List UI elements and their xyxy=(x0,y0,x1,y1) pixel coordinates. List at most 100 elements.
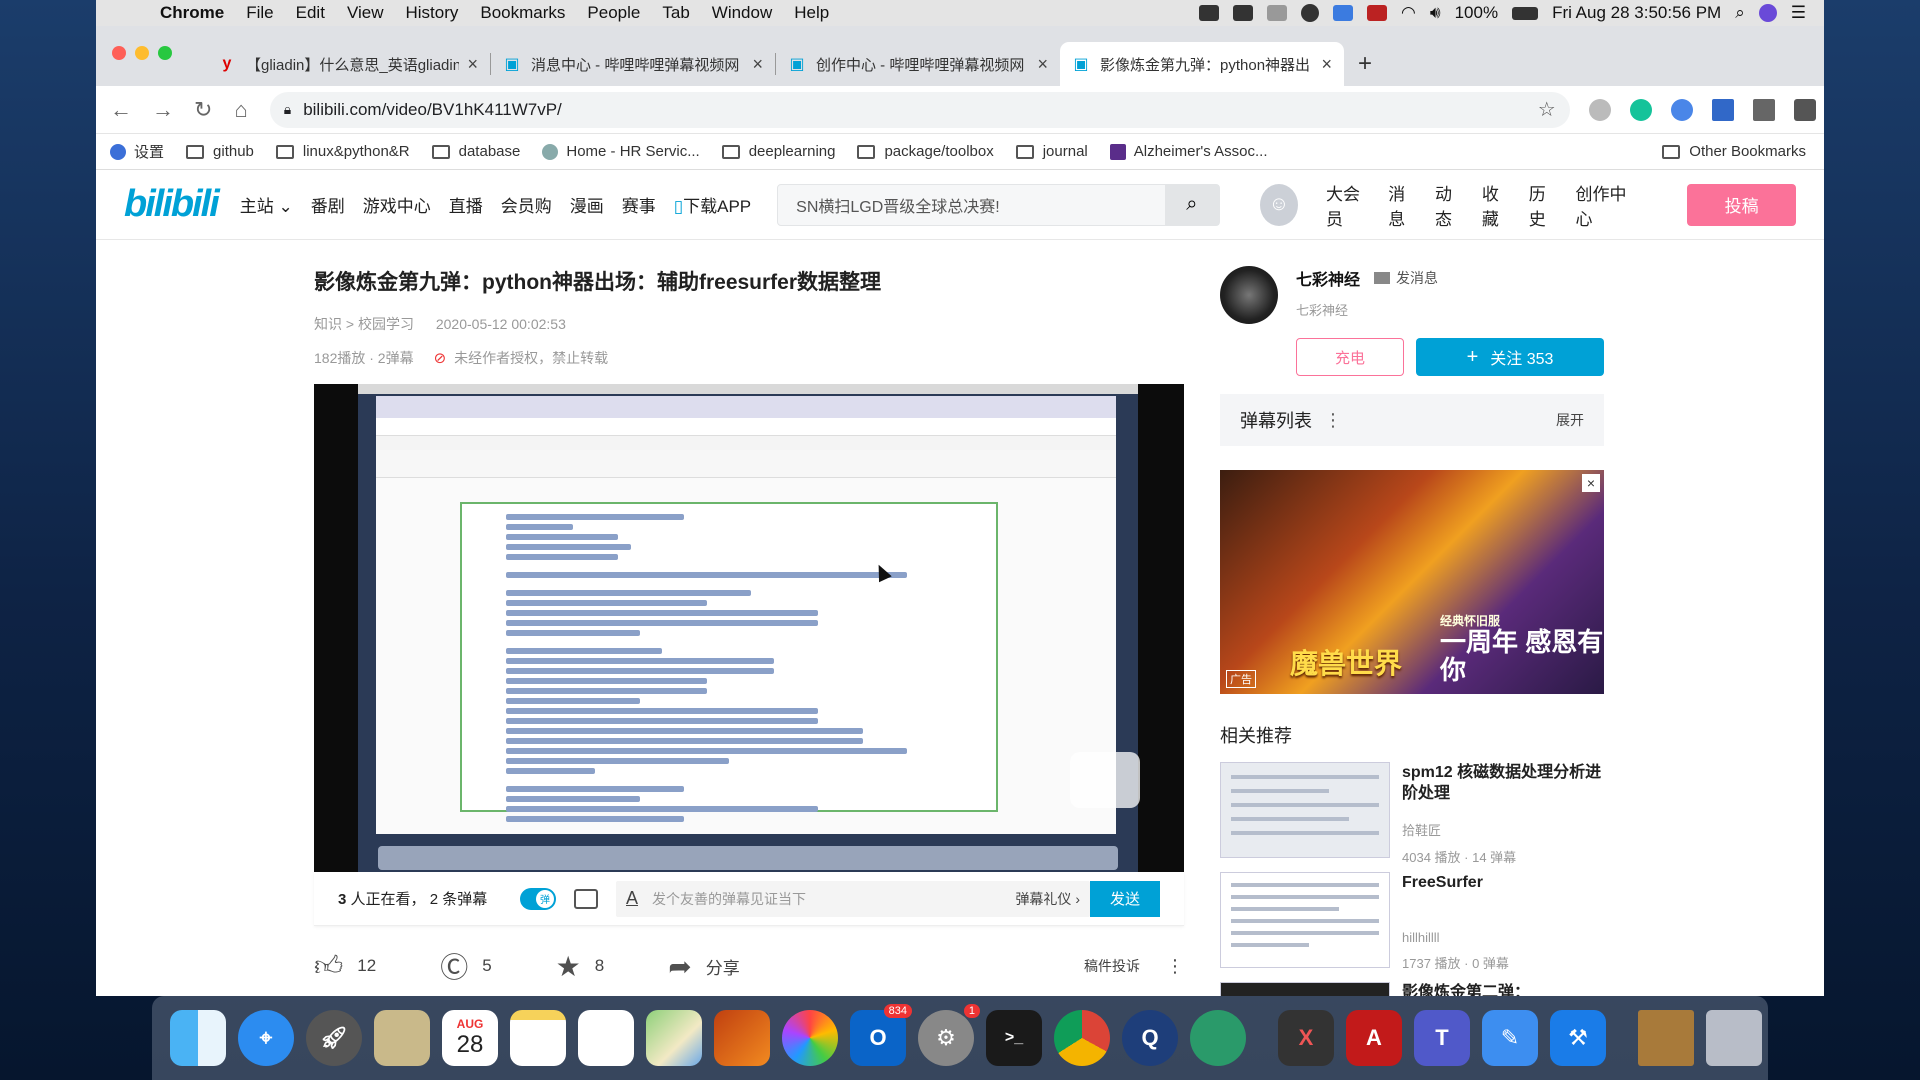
wifi-icon[interactable]: ◠ xyxy=(1401,3,1416,23)
nav-manga[interactable]: 漫画 xyxy=(570,192,604,217)
url-text[interactable]: bilibili.com/video/BV1hK411W7vP/ xyxy=(303,100,562,120)
home-icon[interactable]: ⌂ xyxy=(234,97,247,123)
recommend-uploader[interactable]: hillhillll xyxy=(1402,930,1604,945)
menu-window[interactable]: Window xyxy=(712,3,772,23)
danmaku-list-header[interactable]: 弹幕列表 ⋮ 展开 xyxy=(1220,394,1604,446)
video-category[interactable]: 知识 > 校园学习 xyxy=(314,316,414,332)
nav-shop[interactable]: 会员购 xyxy=(501,192,552,217)
bookmark-folder-journal[interactable]: journal xyxy=(1015,143,1088,160)
search-input[interactable]: SN横扫LGD晋级全球总决赛! xyxy=(778,193,1165,217)
finder-icon[interactable] xyxy=(170,1010,226,1066)
danmaku-settings-icon[interactable] xyxy=(574,888,598,909)
bookmark-folder-linux[interactable]: linux&python&R xyxy=(275,143,410,160)
quicktime-icon[interactable]: Q xyxy=(1122,1010,1178,1066)
bookmark-folder-deeplearning[interactable]: deeplearning xyxy=(721,143,835,160)
more-vertical-icon[interactable]: ⋮ xyxy=(1166,956,1184,977)
recommend-item[interactable]: 影像炼金第二弹：freesurfer结构像批处理（第一步... xyxy=(1220,982,1604,996)
notes-icon[interactable] xyxy=(510,1010,566,1066)
report-link[interactable]: 稿件投诉 xyxy=(1084,956,1140,976)
extension-off-icon[interactable] xyxy=(1670,98,1693,121)
nav-esports[interactable]: 赛事 xyxy=(622,192,656,217)
search-icon[interactable]: ⌕ xyxy=(1164,184,1219,225)
danmaku-placeholder[interactable]: 发个友善的弹幕见证当下 xyxy=(652,889,806,909)
recommend-thumbnail[interactable] xyxy=(1220,872,1390,968)
lock-icon[interactable]: 🔒︎ xyxy=(284,101,291,118)
play-icon[interactable] xyxy=(1070,752,1140,808)
grammarly-icon[interactable] xyxy=(1629,98,1652,121)
battery-icon[interactable] xyxy=(1512,6,1539,20)
bookmark-star-icon[interactable]: ☆ xyxy=(1538,97,1556,122)
danmaku-input[interactable]: A 发个友善的弹幕见证当下 弹幕礼仪 › xyxy=(616,880,1090,917)
volume-icon[interactable]: 🔊︎ xyxy=(1430,3,1441,23)
advertisement-banner[interactable]: × 广告 魔兽世界 经典怀旧服 一周年 感恩有你 xyxy=(1220,470,1604,694)
recommend-item[interactable]: spm12 核磁数据处理分析进阶处理 拾鞋匠 4034 播放 · 14 弹幕 xyxy=(1220,762,1604,865)
maps-icon[interactable] xyxy=(646,1010,702,1066)
more-vertical-icon[interactable]: ⋮ xyxy=(1324,410,1342,431)
menu-history[interactable]: History xyxy=(405,3,458,23)
link-favorites[interactable]: 收藏 xyxy=(1482,180,1513,230)
menu-edit[interactable]: Edit xyxy=(296,3,325,23)
nav-live[interactable]: 直播 xyxy=(449,192,483,217)
user-avatar[interactable]: ☺ xyxy=(1259,183,1298,226)
apple-icon[interactable] xyxy=(120,4,138,22)
clock[interactable]: Fri Aug 28 3:50:56 PM xyxy=(1552,3,1721,23)
outlook-icon[interactable]: O 834 xyxy=(850,1004,912,1066)
menu-app-name[interactable]: Chrome xyxy=(160,3,224,23)
extensions-puzzle-icon[interactable] xyxy=(1793,98,1816,121)
bookmark-folder-package[interactable]: package/toolbox xyxy=(857,143,994,160)
siri-icon[interactable] xyxy=(1758,4,1777,22)
launchpad-rocket-icon[interactable]: 🚀︎ xyxy=(306,1010,362,1066)
bookmark-alzheimers[interactable]: Alzheimer's Assoc... xyxy=(1109,143,1268,160)
link-vip[interactable]: 大会员 xyxy=(1326,180,1372,230)
nav-anime[interactable]: 番剧 xyxy=(311,192,345,217)
back-icon[interactable]: ← xyxy=(110,97,132,123)
gitzip-icon[interactable] xyxy=(1752,98,1775,121)
reload-icon[interactable]: ↻ xyxy=(194,97,212,123)
xcode-icon[interactable]: ⚒ xyxy=(1550,1010,1606,1066)
link-history[interactable]: 历史 xyxy=(1529,180,1560,230)
trash-icon[interactable] xyxy=(1706,1010,1762,1066)
link-creator-center[interactable]: 创作中心 xyxy=(1576,180,1638,230)
nav-game-center[interactable]: 游戏中心 xyxy=(363,192,431,217)
coin-button[interactable]: Ⓒ 5 xyxy=(440,946,491,986)
menu-view[interactable]: View xyxy=(347,3,384,23)
menu-file[interactable]: File xyxy=(246,3,273,23)
chrome-icon[interactable] xyxy=(1054,1010,1110,1066)
link-dynamics[interactable]: 动态 xyxy=(1435,180,1466,230)
nav-download-app[interactable]: ▯下载APP xyxy=(674,192,751,217)
danmaku-list-expand[interactable]: 展开 xyxy=(1556,410,1584,430)
zoom-window-button[interactable] xyxy=(158,46,172,60)
recommend-uploader[interactable]: 拾鞋匠 xyxy=(1402,820,1604,839)
upload-button[interactable]: 投稿 xyxy=(1687,183,1796,226)
cloud-icon[interactable] xyxy=(1267,5,1288,21)
new-tab-button[interactable]: + xyxy=(1358,50,1372,78)
reminders-icon[interactable] xyxy=(578,1010,634,1066)
close-tab-icon[interactable]: × xyxy=(1037,54,1048,75)
tab-video-active[interactable]: ▣ 影像炼金第九弹：python神器出 × xyxy=(1060,42,1344,86)
recommend-item[interactable]: FreeSurfer hillhillll 1737 播放 · 0 弹幕 xyxy=(1220,872,1604,971)
link-messages[interactable]: 消息 xyxy=(1388,180,1419,230)
menu-bookmarks[interactable]: Bookmarks xyxy=(480,3,565,23)
bookmark-settings[interactable]: 设置 xyxy=(110,141,164,162)
menu-help[interactable]: Help xyxy=(794,3,829,23)
menu-people[interactable]: People xyxy=(587,3,640,23)
recommend-video-title[interactable]: 影像炼金第二弹：freesurfer结构像批处理（第一步... xyxy=(1402,982,1604,996)
minimize-window-button[interactable] xyxy=(135,46,149,60)
bilibili-logo[interactable]: bilibili xyxy=(124,183,220,226)
acrobat-icon[interactable]: A xyxy=(1346,1010,1402,1066)
xquartz-icon[interactable]: X xyxy=(1278,1010,1334,1066)
charge-button[interactable]: 充电 xyxy=(1296,338,1404,376)
recommend-video-title[interactable]: FreeSurfer xyxy=(1402,872,1604,916)
calendar-icon[interactable]: AUG 28 xyxy=(442,1010,498,1066)
extension-circle-icon[interactable] xyxy=(1588,98,1611,121)
tab-youdao[interactable]: y 【gliadin】什么意思_英语gliadin × xyxy=(206,42,490,86)
mail-stamp-icon[interactable] xyxy=(374,1010,430,1066)
danmaku-send-button[interactable]: 发送 xyxy=(1090,880,1160,917)
us-flag-icon[interactable] xyxy=(1367,5,1388,21)
control-center-icon[interactable]: ☰ xyxy=(1791,3,1806,23)
bookmark-other[interactable]: Other Bookmarks xyxy=(1662,143,1806,160)
video-player[interactable] xyxy=(314,384,1184,872)
bookmark-folder-github[interactable]: github xyxy=(186,143,254,160)
safari-icon[interactable]: ⌖ xyxy=(238,1010,294,1066)
recommend-thumbnail[interactable] xyxy=(1220,982,1390,996)
